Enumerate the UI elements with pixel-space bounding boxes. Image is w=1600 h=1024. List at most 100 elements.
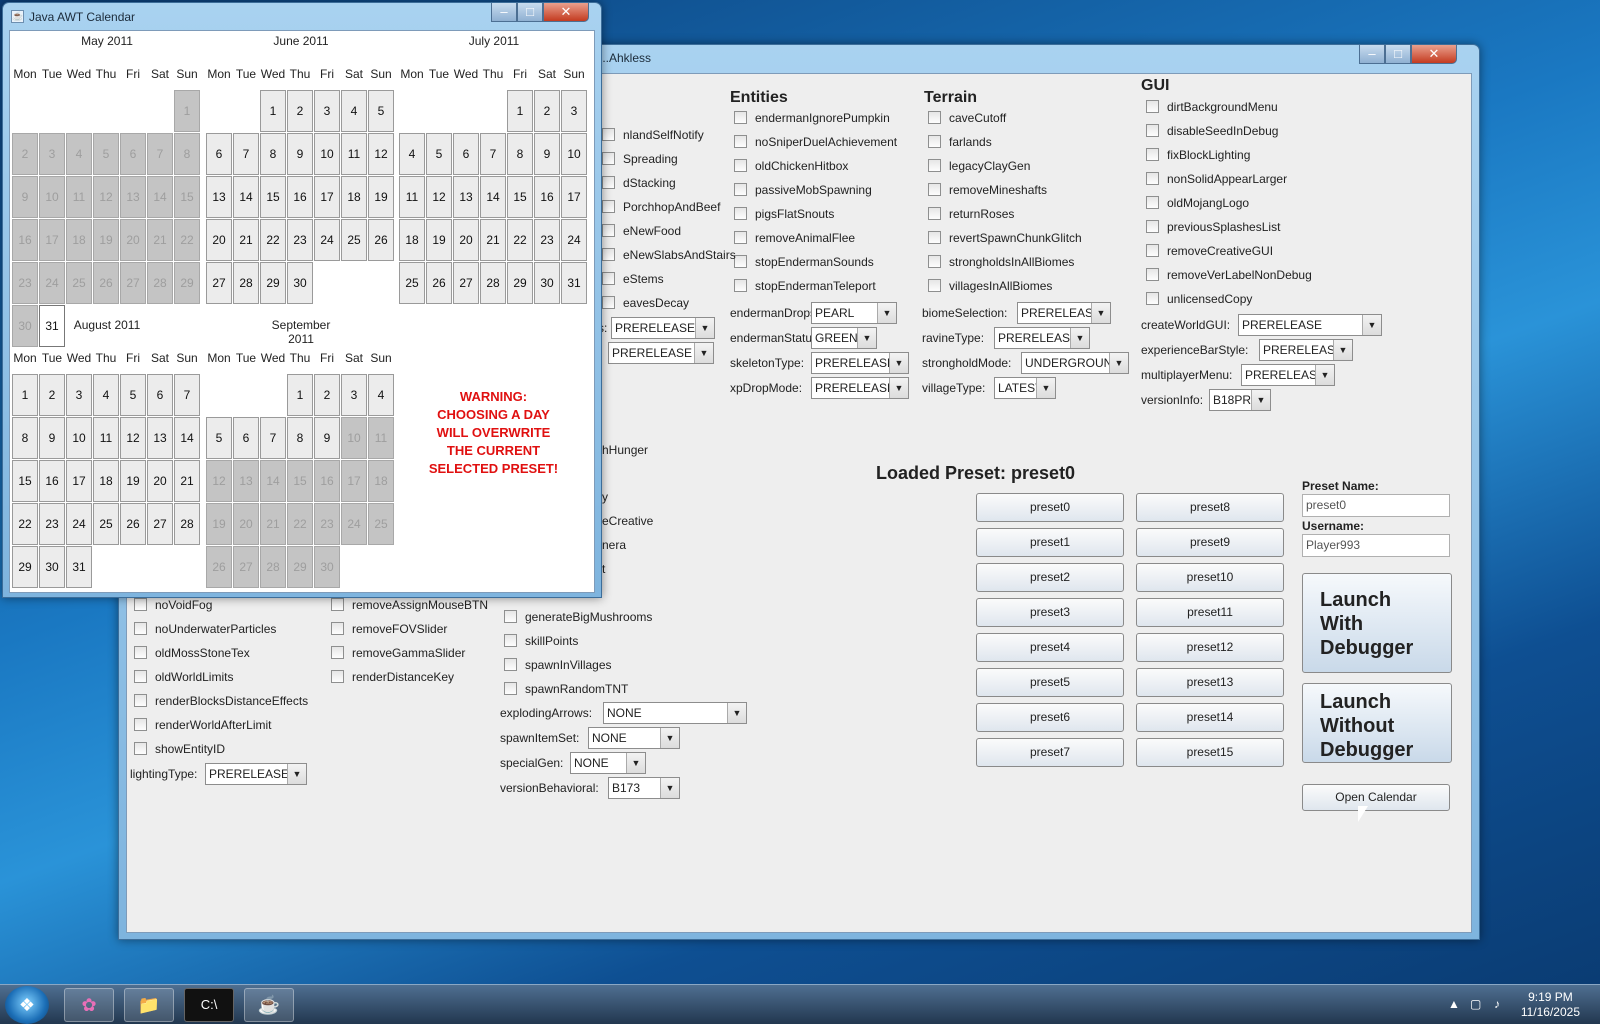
render-checkbox[interactable]: renderBlocksDistanceEffects xyxy=(134,694,308,712)
combo-box[interactable]: PEARL ▼ xyxy=(811,302,897,324)
calendar-day[interactable]: 10 xyxy=(66,417,92,459)
combo-box[interactable]: NONE ▼ xyxy=(603,702,747,724)
calendar-day[interactable]: 9 xyxy=(39,417,65,459)
calendar-day[interactable]: 26 xyxy=(120,503,146,545)
calendar-day[interactable]: 21 xyxy=(480,219,506,261)
checkbox-box[interactable] xyxy=(928,159,941,172)
calendar-day[interactable]: 19 xyxy=(206,503,232,545)
terrain-checkbox[interactable]: revertSpawnChunkGlitch xyxy=(928,231,1082,249)
checkbox-box[interactable] xyxy=(928,279,941,292)
calendar-day[interactable]: 18 xyxy=(66,219,92,261)
chevron-down-icon[interactable]: ▼ xyxy=(727,703,746,723)
gui-checkbox[interactable]: removeVerLabelNonDebug xyxy=(1146,268,1312,286)
calendar-day[interactable]: 3 xyxy=(66,374,92,416)
calendar-day[interactable]: 1 xyxy=(507,90,533,132)
checkbox-box[interactable] xyxy=(134,670,147,683)
calendar-day[interactable]: 13 xyxy=(120,176,146,218)
calendar-day[interactable]: 24 xyxy=(39,262,65,304)
entity-checkbox[interactable]: endermanIgnorePumpkin xyxy=(734,111,890,129)
calendar-day[interactable]: 18 xyxy=(341,176,367,218)
chevron-down-icon[interactable]: ▼ xyxy=(626,753,645,773)
checkbox-box[interactable] xyxy=(134,622,147,635)
calendar-day[interactable]: 11 xyxy=(93,417,119,459)
calendar-day[interactable]: 29 xyxy=(287,546,313,588)
entity-checkbox[interactable]: stopEndermanTeleport xyxy=(734,279,876,297)
calendar-day[interactable]: 16 xyxy=(314,460,340,502)
calendar-day[interactable]: 8 xyxy=(287,417,313,459)
calendar-day[interactable]: 28 xyxy=(480,262,506,304)
calendar-day[interactable]: 11 xyxy=(341,133,367,175)
calendar-day[interactable]: 2 xyxy=(12,133,38,175)
calendar-day[interactable]: 12 xyxy=(368,133,394,175)
tray-expand-icon[interactable]: ▲ xyxy=(1448,997,1460,1011)
calendar-minimize-button[interactable]: – xyxy=(491,3,517,22)
calendar-day[interactable]: 15 xyxy=(12,460,38,502)
calendar-day[interactable]: 9 xyxy=(534,133,560,175)
chevron-down-icon[interactable]: ▼ xyxy=(694,343,713,363)
combo-box[interactable]: NONE ▼ xyxy=(570,752,646,774)
username-field[interactable]: Player993 xyxy=(1302,534,1450,557)
calendar-day[interactable]: 4 xyxy=(399,133,425,175)
calendar-day[interactable]: 13 xyxy=(206,176,232,218)
calendar-day[interactable]: 26 xyxy=(206,546,232,588)
calendar-day[interactable]: 31 xyxy=(39,305,65,347)
calendar-day[interactable]: 8 xyxy=(174,133,200,175)
gen-checkbox[interactable]: skillPoints xyxy=(504,634,578,652)
checkbox-box[interactable] xyxy=(1146,220,1159,233)
checkbox-box[interactable] xyxy=(602,200,615,213)
calendar-day[interactable]: 10 xyxy=(341,417,367,459)
calendar-day[interactable]: 22 xyxy=(260,219,286,261)
calendar-day[interactable]: 6 xyxy=(206,133,232,175)
chevron-down-icon[interactable]: ▼ xyxy=(1362,315,1381,335)
combo-box[interactable]: PRERELEASE ▼ xyxy=(608,342,714,364)
calendar-day[interactable]: 5 xyxy=(368,90,394,132)
calendar-day[interactable]: 3 xyxy=(39,133,65,175)
checkbox-box[interactable] xyxy=(602,248,615,261)
chevron-down-icon[interactable]: ▼ xyxy=(889,353,908,373)
checkbox-box[interactable] xyxy=(602,224,615,237)
preset-button[interactable]: preset13 xyxy=(1136,668,1284,697)
partial-checkbox[interactable]: nlandSelfNotify xyxy=(602,128,704,146)
calendar-day[interactable]: 20 xyxy=(147,460,173,502)
calendar-day[interactable]: 16 xyxy=(39,460,65,502)
calendar-day[interactable]: 5 xyxy=(206,417,232,459)
checkbox-box[interactable] xyxy=(734,207,747,220)
calendar-day[interactable]: 7 xyxy=(233,133,259,175)
calendar-day[interactable]: 18 xyxy=(368,460,394,502)
combo-box[interactable]: B18PRE ▼ xyxy=(1209,389,1271,411)
calendar-day[interactable]: 1 xyxy=(12,374,38,416)
gen-checkbox[interactable]: spawnInVillages xyxy=(504,658,612,676)
calendar-day[interactable]: 22 xyxy=(12,503,38,545)
partial-checkbox[interactable]: dStacking xyxy=(602,176,676,194)
calendar-day[interactable]: 4 xyxy=(368,374,394,416)
calendar-day[interactable]: 24 xyxy=(341,503,367,545)
preset-button[interactable]: preset8 xyxy=(1136,493,1284,522)
calendar-day[interactable]: 16 xyxy=(534,176,560,218)
calendar-day[interactable]: 5 xyxy=(426,133,452,175)
calendar-day[interactable]: 11 xyxy=(368,417,394,459)
preset-button[interactable]: preset2 xyxy=(976,563,1124,592)
calendar-day[interactable]: 25 xyxy=(341,219,367,261)
checkbox-box[interactable] xyxy=(1146,268,1159,281)
calendar-day[interactable]: 10 xyxy=(39,176,65,218)
calendar-day[interactable]: 12 xyxy=(206,460,232,502)
entity-checkbox[interactable]: stopEndermanSounds xyxy=(734,255,874,273)
checkbox-box[interactable] xyxy=(134,694,147,707)
calendar-day[interactable]: 14 xyxy=(147,176,173,218)
calendar-day[interactable]: 19 xyxy=(120,460,146,502)
launch-without-debugger-button[interactable]: Launch Without Debugger xyxy=(1302,683,1452,763)
calendar-day[interactable]: 19 xyxy=(426,219,452,261)
calendar-day[interactable]: 2 xyxy=(314,374,340,416)
checkbox-box[interactable] xyxy=(134,742,147,755)
calendar-day[interactable]: 6 xyxy=(147,374,173,416)
calendar-day[interactable]: 4 xyxy=(66,133,92,175)
partial-checkbox[interactable]: eNewSlabsAndStairs xyxy=(602,248,736,266)
terrain-checkbox[interactable]: legacyClayGen xyxy=(928,159,1030,177)
partial-checkbox[interactable]: eStems xyxy=(602,272,664,290)
calendar-day[interactable]: 31 xyxy=(66,546,92,588)
checkbox-box[interactable] xyxy=(504,610,517,623)
checkbox-box[interactable] xyxy=(602,176,615,189)
checkbox-box[interactable] xyxy=(734,135,747,148)
calendar-day[interactable]: 14 xyxy=(480,176,506,218)
terrain-checkbox[interactable]: farlands xyxy=(928,135,992,153)
